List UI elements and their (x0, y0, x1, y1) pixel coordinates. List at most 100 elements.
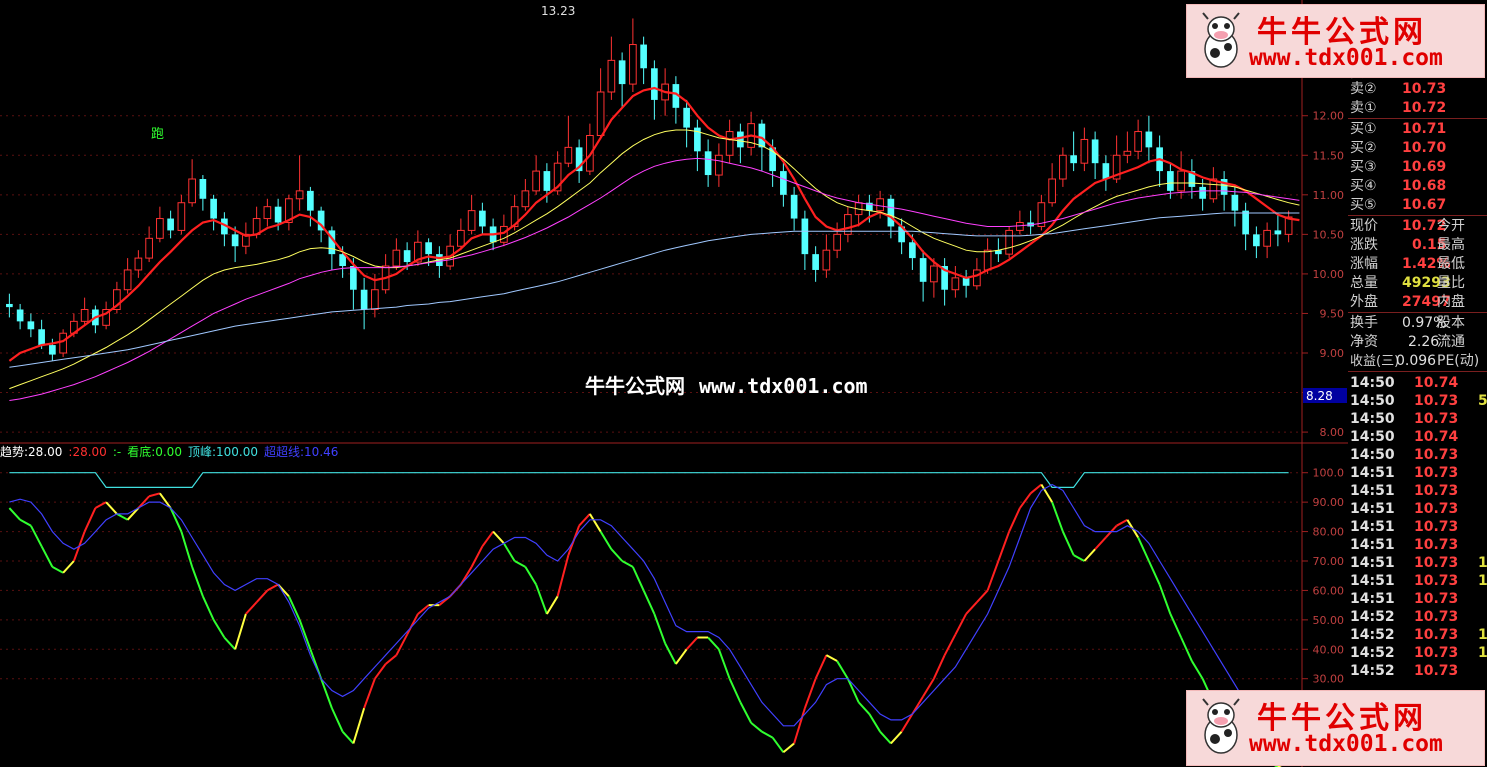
cow-logo-icon (1202, 12, 1240, 68)
trend-line-segment (255, 589, 269, 603)
trend-line-segment (717, 648, 731, 680)
tick-time: 14:51 (1350, 501, 1395, 517)
price-tick-label: 10.00 (1313, 268, 1345, 281)
tick-row: 14:51 10.73 (1348, 590, 1487, 608)
candle-up (1016, 222, 1024, 231)
trend-line-segment (1061, 531, 1075, 556)
candlestick-series (6, 18, 1293, 361)
trend-line-segment (578, 513, 591, 527)
tick-price: 10.73 (1414, 447, 1459, 463)
candle-down (425, 242, 432, 255)
candle-down (962, 277, 970, 286)
candle-up (822, 249, 831, 271)
super-line (9, 483, 1289, 745)
trend-line-segment (234, 613, 247, 650)
trend-line-segment (1051, 501, 1064, 532)
trend-line-segment (943, 634, 957, 656)
signal-label: 跑 (151, 127, 164, 142)
trend-line-segment (976, 589, 989, 603)
candle-down (758, 123, 766, 148)
trend-line-segment (954, 613, 968, 636)
trend-line-segment (610, 548, 623, 562)
tick-time: 14:50 (1350, 393, 1395, 409)
tick-volume: 1 (1478, 573, 1487, 589)
candle-down (1102, 163, 1110, 179)
candle-up (1005, 229, 1013, 255)
buy2-label: 买② (1350, 140, 1377, 156)
tick-price: 10.73 (1414, 591, 1459, 607)
candle-up (973, 269, 981, 287)
candle-up (833, 233, 841, 251)
cap-label: 股本 (1437, 315, 1465, 331)
candle-up (1048, 178, 1056, 204)
candle-up (134, 257, 143, 271)
candle-down (1253, 234, 1260, 247)
tick-row: 14:51 10.73 (1348, 482, 1487, 500)
buy5-row: 买⑤ 10.67 (1350, 196, 1446, 214)
vol-row: 总量 49293 量比 (1350, 274, 1465, 292)
candle-down (1070, 155, 1077, 164)
candle-down (38, 329, 45, 346)
candle-down (403, 250, 411, 263)
tick-row: 14:51 10.73 (1348, 518, 1487, 536)
trend-line-segment (621, 560, 634, 568)
trend-line-segment (126, 507, 140, 521)
candle-up (177, 202, 186, 231)
tick-price: 10.73 (1414, 537, 1459, 553)
trend-line-segment (524, 566, 537, 586)
candle-down (1091, 139, 1099, 164)
buy3-price: 10.69 (1402, 159, 1447, 175)
trend-line-segment (535, 584, 548, 615)
quote-panel: 卖③ 卖②10.73 卖①10.72 买①10.71 买②10.70 买③10.… (1348, 0, 1487, 767)
tick-time: 14:51 (1350, 573, 1395, 589)
tick-time: 14:51 (1350, 537, 1395, 553)
chg-label: 涨跌 (1350, 237, 1378, 253)
trend-line-segment (287, 595, 301, 621)
cow-logo-icon (1202, 698, 1240, 754)
price-tick-label: 12.00 (1313, 110, 1345, 123)
trend-line-segment (180, 531, 194, 568)
tick-row: 14:52 10.73 1 (1348, 644, 1487, 662)
center-watermark-url: www.tdx001.com (699, 374, 868, 398)
moving-average-line-4 (9, 212, 1300, 368)
candle-down (618, 60, 626, 85)
trend-line-segment (191, 566, 204, 597)
candle-up (876, 198, 884, 212)
eps-label: 收益(三) (1350, 354, 1400, 369)
watermark-top-url: www.tdx001.com (1249, 45, 1443, 71)
candle-down (350, 266, 357, 290)
tick-time: 14:50 (1350, 375, 1395, 391)
trend-line-segment (685, 636, 699, 650)
eps-value: 0.096 (1396, 353, 1437, 369)
candle-down (27, 321, 35, 330)
buy2-price: 10.70 (1402, 140, 1447, 156)
watermark-top: 牛牛公式网 www.tdx001.com (1186, 4, 1485, 78)
tick-row: 14:51 10.73 (1348, 536, 1487, 554)
tick-row: 14:52 10.73 (1348, 608, 1487, 626)
legend-entry: 趋势:28.00 (0, 445, 63, 459)
candle-up (715, 154, 723, 176)
tick-time: 14:52 (1350, 663, 1395, 679)
sell2-row: 卖② 10.73 (1350, 80, 1446, 98)
trend-line-segment (932, 654, 946, 680)
trend-line-segment (116, 513, 129, 521)
trend-line-segment (1158, 584, 1172, 615)
pct-row: 涨幅 1.42% 最低 (1350, 255, 1465, 273)
trend-line-segment (384, 654, 398, 665)
trend-line-segment (374, 663, 387, 680)
tick-price: 10.74 (1414, 375, 1459, 391)
float-label: 流通 (1437, 334, 1465, 350)
trend-line-segment (266, 583, 279, 592)
trend-line-segment (965, 601, 978, 615)
tick-row: 14:51 10.73 (1348, 500, 1487, 518)
candle-up (59, 332, 67, 354)
trend-line-segment (739, 701, 753, 724)
buy3-row: 买③ 10.69 (1350, 158, 1446, 176)
tick-row: 14:50 10.73 (1348, 446, 1487, 464)
trend-line-segment (212, 619, 226, 639)
center-watermark-cn: 牛牛公式网 (585, 374, 685, 398)
trend-line-segment (8, 507, 21, 521)
candle-up (457, 229, 465, 247)
trend-line-segment (1191, 660, 1204, 680)
candle-down (651, 68, 658, 100)
